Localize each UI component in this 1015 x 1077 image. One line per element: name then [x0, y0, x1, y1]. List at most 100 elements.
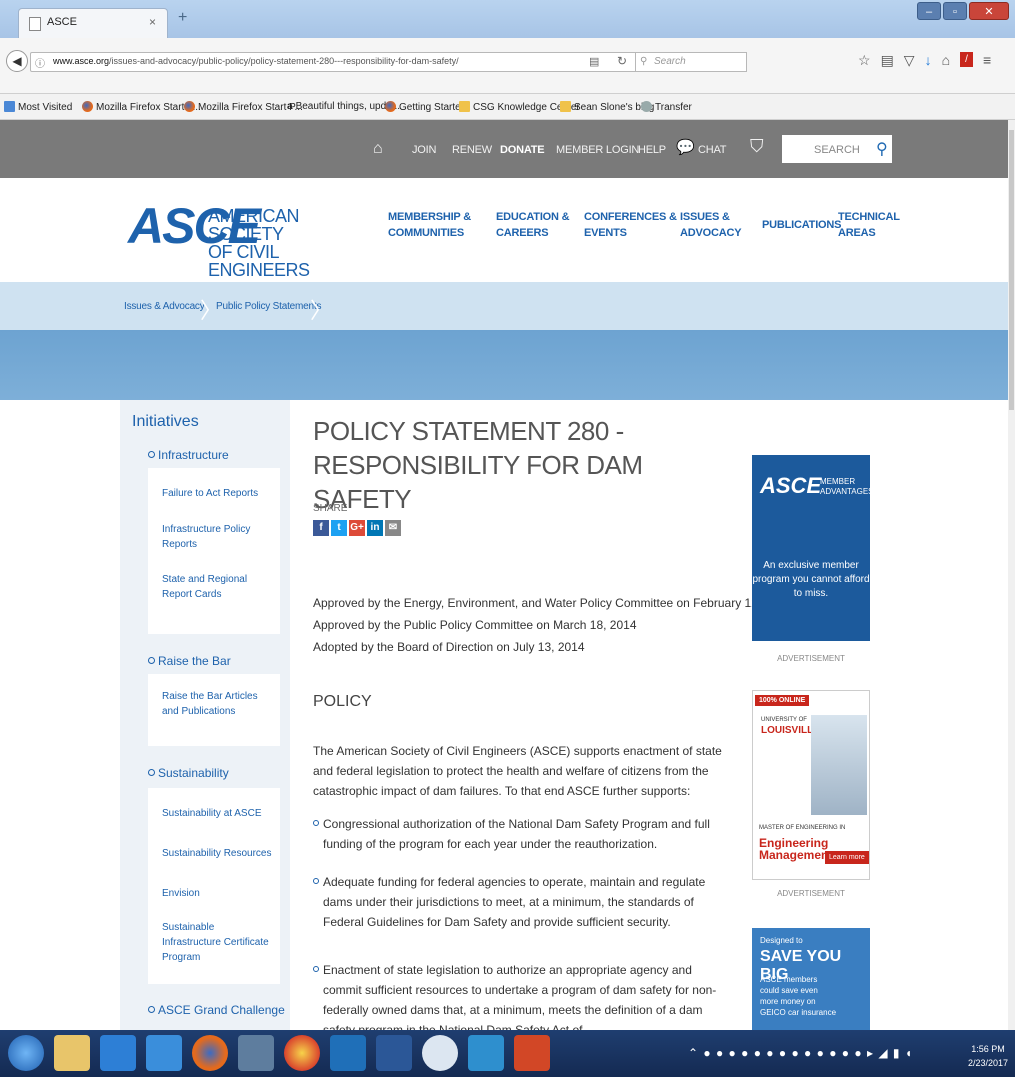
maximize-button[interactable]: ▫	[943, 2, 967, 20]
download-icon[interactable]: ↓	[925, 52, 932, 69]
donate-link[interactable]: DONATE	[500, 144, 545, 156]
site-search-input[interactable]: SEARCH ⚲	[782, 135, 892, 163]
sidebar-section-raise-the-bar[interactable]: Raise the Bar	[148, 654, 231, 668]
music-icon[interactable]	[468, 1035, 504, 1071]
sidebar-section-grand-challenge[interactable]: ASCE Grand Challenge	[148, 1003, 285, 1017]
email-icon[interactable]: ✉	[385, 520, 401, 536]
facebook-icon[interactable]: f	[313, 520, 329, 536]
system-clock[interactable]: 1:56 PM 2/23/2017	[968, 1042, 1008, 1070]
sidebar-section-sustainability[interactable]: Sustainability	[148, 766, 229, 780]
bookmark-item[interactable]: Mozilla Firefox Start P...	[184, 101, 303, 113]
nav-technical-areas[interactable]: TECHNICAL AREAS	[838, 209, 900, 241]
logo-name: AMERICAN SOCIETY OF CIVIL ENGINEERS	[208, 206, 310, 280]
sidebar-link[interactable]: Failure to Act Reports	[162, 486, 272, 501]
pdf-addon-icon[interactable]: /	[960, 52, 974, 67]
louisville-ad[interactable]: 100% ONLINE UNIVERSITY OF LOUISVILLE MAS…	[752, 690, 870, 880]
member-login-link[interactable]: MEMBER LOGIN	[556, 144, 639, 156]
ad-badge: 100% ONLINE	[755, 695, 810, 706]
bookmark-item[interactable]: Getting Started	[385, 101, 466, 113]
tab-close-icon[interactable]: ×	[149, 15, 156, 29]
chat-link[interactable]: CHAT	[698, 144, 727, 156]
site-info-icon[interactable]: ⓘ	[35, 55, 45, 70]
linkedin-icon[interactable]: in	[367, 520, 383, 536]
page-title: POLICY STATEMENT 280 - RESPONSIBILITY FO…	[313, 416, 643, 514]
powerpoint-icon[interactable]	[514, 1035, 550, 1071]
folder-icon	[560, 101, 571, 112]
chevron-right-icon: 〉	[310, 298, 333, 323]
url-text: www.asce.org/issues-and-advocacy/public-…	[53, 56, 459, 66]
browser-search-input[interactable]: ⚲ Search	[635, 52, 747, 72]
advertisement-label: ADVERTISEMENT	[777, 889, 845, 898]
itunes-icon[interactable]	[422, 1035, 458, 1071]
firefox-icon[interactable]	[192, 1035, 228, 1071]
start-button-icon[interactable]	[8, 1035, 44, 1071]
nav-conferences-events[interactable]: CONFERENCES & EVENTS	[584, 209, 677, 241]
sidebar-link[interactable]: Sustainability Resources	[162, 846, 272, 861]
home-icon[interactable]: ⌂	[373, 140, 383, 158]
nav-issues-advocacy[interactable]: ISSUES & ADVOCACY	[680, 209, 742, 241]
nav-membership-communities[interactable]: MEMBERSHIP & COMMUNITIES	[388, 209, 471, 241]
pocket-icon[interactable]: ▽	[904, 52, 915, 69]
search-icon[interactable]: ⚲	[876, 139, 888, 159]
sidebar-link[interactable]: Sustainability at ASCE	[162, 806, 272, 821]
internet-explorer-icon[interactable]	[100, 1035, 136, 1071]
chrome-icon[interactable]	[284, 1035, 320, 1071]
nav-education-careers[interactable]: EDUCATION & CAREERS	[496, 209, 570, 241]
nav-publications[interactable]: PUBLICATIONS	[762, 217, 841, 233]
geico-ad[interactable]: Designed to SAVE YOU BIG ASCE members co…	[752, 928, 870, 1030]
new-tab-button[interactable]: +	[178, 9, 187, 27]
ad-learn-more-button[interactable]: Learn more	[825, 851, 869, 864]
ad-text: An exclusive member program you cannot a…	[752, 560, 870, 599]
reader-view-icon[interactable]: ▤	[589, 55, 599, 68]
file-explorer-icon[interactable]	[54, 1035, 90, 1071]
page-scrollbar[interactable]	[1008, 120, 1015, 1030]
share-label: SHARE	[313, 503, 348, 514]
join-link[interactable]: JOIN	[412, 144, 436, 156]
system-tray-icons[interactable]: ⌃ ● ● ● ● ● ● ● ● ● ● ● ● ● ▸ ◢ ▮ ◖	[688, 1046, 913, 1060]
app-icon[interactable]	[146, 1035, 182, 1071]
back-button[interactable]: ◀	[6, 50, 28, 72]
google-plus-icon[interactable]: G+	[349, 520, 365, 536]
sidebar-section-infrastructure[interactable]: Infrastructure	[148, 448, 229, 462]
breadcrumb-public-policy-statements[interactable]: Public Policy Statements	[216, 301, 321, 312]
twitter-icon[interactable]: t	[331, 520, 347, 536]
site-utility-bar: ⌂ JOIN RENEW DONATE MEMBER LOGIN HELP 💬 …	[0, 120, 1015, 178]
help-link[interactable]: HELP	[638, 144, 666, 156]
windows-taskbar: ⌃ ● ● ● ● ● ● ● ● ● ● ● ● ● ▸ ◢ ▮ ◖ 1:56…	[0, 1030, 1015, 1077]
browser-tab[interactable]: ASCE ×	[18, 8, 168, 38]
sidebar-link[interactable]: Raise the Bar Articles and Publications	[162, 689, 272, 719]
asce-member-advantages-ad[interactable]: ASCE MEMBER ADVANTAGES An exclusive memb…	[752, 455, 874, 641]
sidebar-link[interactable]: Infrastructure Policy Reports	[162, 522, 272, 552]
reload-icon[interactable]: ↻	[617, 54, 627, 68]
toolbar-icons: ☆ ▤ ▽ ↓ ⌂ / ≡	[858, 52, 991, 69]
url-bar[interactable]: ⓘ www.asce.org/issues-and-advocacy/publi…	[30, 52, 747, 72]
approval-line: Approved by the Energy, Environment, and…	[313, 596, 792, 610]
chat-icon[interactable]: 💬	[676, 138, 695, 156]
breadcrumb-issues-advocacy[interactable]: Issues & Advocacy	[124, 301, 205, 312]
bookmark-star-icon[interactable]: ☆	[858, 52, 871, 69]
firefox-icon	[385, 101, 396, 112]
renew-link[interactable]: RENEW	[452, 144, 492, 156]
asce-logo[interactable]: ASCE AMERICAN SOCIETY OF CIVIL ENGINEERS	[128, 201, 310, 279]
sidebar-link[interactable]: Envision	[162, 886, 272, 901]
sidebar-link[interactable]: State and Regional Report Cards	[162, 572, 272, 602]
ad-tagline: MEMBER ADVANTAGES	[820, 477, 874, 496]
firefox-icon	[184, 101, 195, 112]
reading-list-icon[interactable]: ▤	[881, 52, 894, 69]
policy-bullet: Adequate funding for federal agencies to…	[313, 872, 723, 932]
paint-icon[interactable]	[238, 1035, 274, 1071]
minimize-button[interactable]: –	[917, 2, 941, 20]
policy-bullet: Congressional authorization of the Natio…	[313, 814, 723, 854]
cart-icon[interactable]: ⛉	[750, 136, 764, 157]
outlook-icon[interactable]	[330, 1035, 366, 1071]
sidebar-link[interactable]: Sustainable Infrastructure Certificate P…	[162, 920, 272, 965]
scrollbar-thumb[interactable]	[1009, 130, 1014, 410]
site-header: ASCE AMERICAN SOCIETY OF CIVIL ENGINEERS …	[0, 178, 1015, 282]
bookmark-item[interactable]: Transfer	[641, 101, 692, 113]
word-icon[interactable]	[376, 1035, 412, 1071]
menu-icon[interactable]: ≡	[983, 52, 991, 69]
close-window-button[interactable]: ✕	[969, 2, 1009, 20]
bookmark-item[interactable]: Most Visited	[4, 101, 72, 113]
home-icon[interactable]: ⌂	[942, 52, 950, 69]
bookmark-item[interactable]: a Beautiful things, upda...	[287, 101, 400, 112]
